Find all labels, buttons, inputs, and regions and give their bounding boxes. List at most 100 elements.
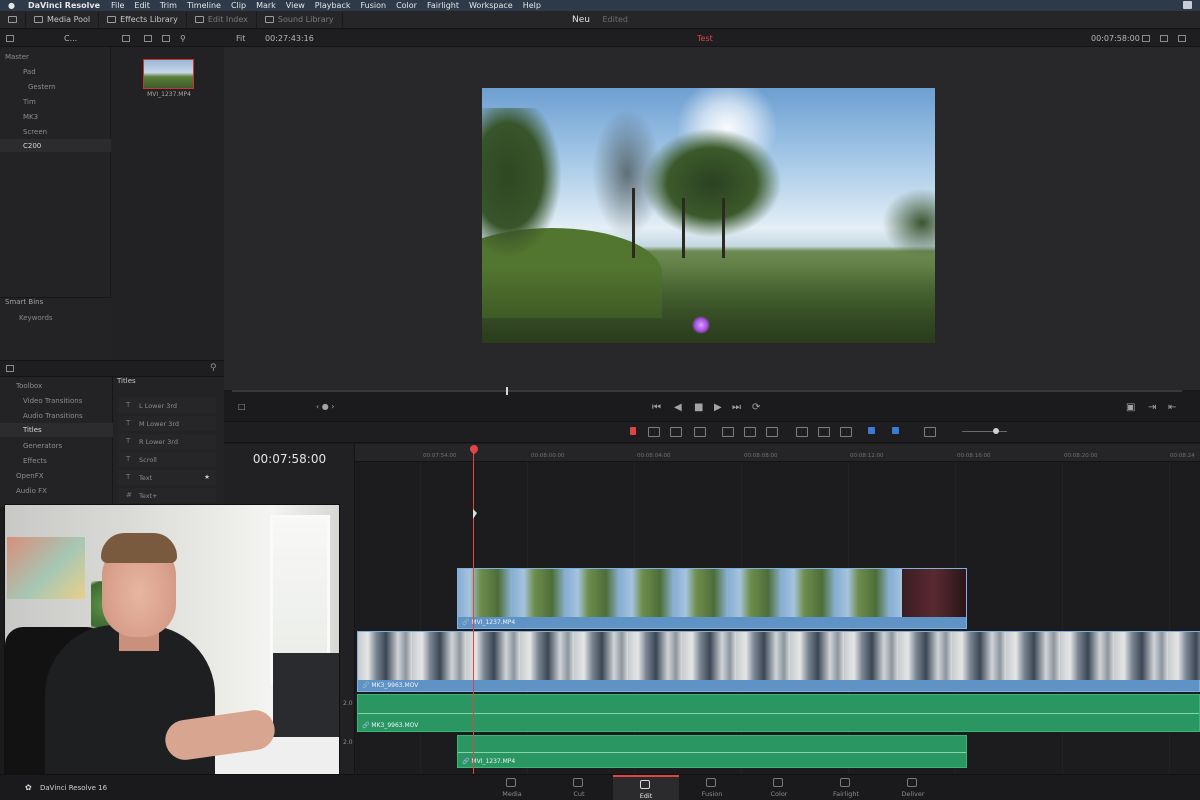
jog-icon[interactable]: ‹ ● › xyxy=(316,402,334,411)
video-clip-v2[interactable]: 🔗 MVI_1237.MP4 xyxy=(457,568,967,629)
fx-titles[interactable]: Titles xyxy=(0,423,113,437)
viewer-mode-icon[interactable] xyxy=(1142,35,1150,42)
zoom-select[interactable]: Fit xyxy=(236,34,245,43)
dynamic-trim-icon[interactable] xyxy=(670,427,682,437)
timeline-ruler[interactable]: 00:07:54:00 00:08:00:00 00:08:04:00 00:0… xyxy=(355,444,1200,462)
loop-icon[interactable]: ⟳ xyxy=(752,402,760,413)
menu-fusion[interactable]: Fusion xyxy=(360,1,386,10)
fx-generators[interactable]: Generators xyxy=(0,439,113,453)
bin-mk3[interactable]: MK3 xyxy=(0,110,111,123)
bin-c200[interactable]: C200 xyxy=(0,139,111,152)
page-cut[interactable]: Cut xyxy=(546,775,612,800)
timeline-view-icon[interactable] xyxy=(924,427,936,437)
menu-fairlight[interactable]: Fairlight xyxy=(427,1,459,10)
edit-index-button[interactable]: Edit Index xyxy=(187,10,257,29)
bin-master[interactable]: Master xyxy=(0,50,111,63)
audio-clip-a2[interactable]: 🔗 MVI_1237.MP4 xyxy=(457,735,967,768)
audio-clip-a1[interactable]: 🔗 MK3_9963.MOV xyxy=(357,694,1200,732)
jump-end-icon[interactable]: ⏭ xyxy=(732,402,741,413)
app-name-menu[interactable]: DaVinci Resolve xyxy=(28,1,100,10)
menu-workspace[interactable]: Workspace xyxy=(469,1,513,10)
fusion-text-icon: # xyxy=(126,491,132,499)
viewer-frame[interactable] xyxy=(482,88,935,343)
media-pool-button[interactable]: Media Pool xyxy=(26,10,100,29)
menu-view[interactable]: View xyxy=(286,1,305,10)
search-icon[interactable]: ⚲ xyxy=(210,363,217,373)
screen-icon[interactable] xyxy=(1183,1,1192,9)
dual-viewer-icon[interactable] xyxy=(1160,35,1168,42)
lock-icon[interactable] xyxy=(840,427,852,437)
mark-out-icon[interactable]: ⇤ xyxy=(1168,402,1176,413)
marker-icon[interactable] xyxy=(892,427,899,434)
favorite-star-icon[interactable]: ★ xyxy=(204,473,210,481)
stop-icon[interactable]: ■ xyxy=(694,402,703,413)
title-text-plus[interactable]: # Text+ xyxy=(118,488,216,503)
viewer-overlay-icon[interactable]: □ xyxy=(238,402,246,411)
menu-help[interactable]: Help xyxy=(523,1,541,10)
menu-edit[interactable]: Edit xyxy=(134,1,150,10)
panel-toggle-icon[interactable] xyxy=(6,35,14,42)
sort-icon[interactable] xyxy=(122,35,130,42)
flag-icon[interactable] xyxy=(868,427,875,434)
clip-thumbnail[interactable] xyxy=(143,59,194,89)
menu-mark[interactable]: Mark xyxy=(256,1,276,10)
page-edit[interactable]: Edit xyxy=(613,775,679,800)
menu-playback[interactable]: Playback xyxy=(315,1,351,10)
mark-in-icon[interactable]: ⇥ xyxy=(1148,402,1156,413)
snapping-icon[interactable] xyxy=(796,427,808,437)
trim-tool-icon[interactable] xyxy=(648,427,660,437)
page-media[interactable]: Media xyxy=(479,775,545,800)
video-clip-v1[interactable]: 🔗 MK3_9963.MOV xyxy=(357,631,1200,692)
page-fusion[interactable]: Fusion xyxy=(679,775,745,800)
insert-clip-icon[interactable] xyxy=(722,427,734,437)
page-color[interactable]: Color xyxy=(746,775,812,800)
timeline-playhead[interactable] xyxy=(473,447,474,774)
fx-effects[interactable]: Effects xyxy=(0,454,113,468)
list-view-icon[interactable] xyxy=(162,35,170,42)
zoom-slider[interactable] xyxy=(962,431,1007,432)
scrubber-playhead[interactable] xyxy=(506,387,508,395)
overwrite-clip-icon[interactable] xyxy=(744,427,756,437)
sound-library-button[interactable]: Sound Library xyxy=(257,10,343,29)
bin-tim[interactable]: Tim xyxy=(0,95,111,108)
zoom-slider-handle[interactable] xyxy=(993,428,999,434)
page-fairlight[interactable]: Fairlight xyxy=(813,775,879,800)
panel-toggle-icon[interactable] xyxy=(6,365,14,372)
bin-gestern[interactable]: Gestern xyxy=(0,80,111,93)
thumbnail-view-icon[interactable] xyxy=(144,35,152,42)
bin-screen[interactable]: Screen xyxy=(0,125,111,138)
menu-trim[interactable]: Trim xyxy=(160,1,177,10)
bin-pad[interactable]: Pad xyxy=(0,65,111,78)
title-l-lower-3rd[interactable]: TL Lower 3rd xyxy=(118,398,216,413)
expand-icon[interactable] xyxy=(1178,35,1186,42)
timeline-selector[interactable]: Test xyxy=(697,34,713,43)
title-scroll[interactable]: T Scroll xyxy=(118,452,216,467)
reverse-icon[interactable]: ◀ xyxy=(674,402,682,413)
fx-audio-fx[interactable]: Audio FX xyxy=(0,484,113,498)
link-icon[interactable] xyxy=(818,427,830,437)
title-m-lower-3rd[interactable]: TM Lower 3rd xyxy=(118,416,216,431)
play-icon[interactable]: ▶ xyxy=(714,402,722,413)
title-text[interactable]: T Text ★ xyxy=(118,470,216,485)
viewer-scrubber[interactable] xyxy=(232,390,1182,392)
workspace-toggle-button[interactable] xyxy=(0,10,26,29)
replace-clip-icon[interactable] xyxy=(766,427,778,437)
menu-timeline[interactable]: Timeline xyxy=(187,1,221,10)
smart-bin-keywords[interactable]: Keywords xyxy=(19,314,53,322)
title-r-lower-3rd[interactable]: TR Lower 3rd xyxy=(118,434,216,449)
menu-file[interactable]: File xyxy=(111,1,124,10)
apple-icon[interactable]: ● xyxy=(8,1,20,10)
blade-tool-icon[interactable] xyxy=(694,427,706,437)
fx-openfx[interactable]: OpenFX xyxy=(0,469,113,483)
fx-toolbox[interactable]: Toolbox xyxy=(0,379,113,393)
selection-tool-icon[interactable] xyxy=(630,427,636,435)
jump-start-icon[interactable]: ⏮ xyxy=(652,402,661,413)
match-frame-icon[interactable]: ▣ xyxy=(1126,402,1135,413)
menu-color[interactable]: Color xyxy=(396,1,417,10)
search-icon[interactable]: ⚲ xyxy=(180,34,186,43)
fx-audio-transitions[interactable]: Audio Transitions xyxy=(0,409,113,423)
menu-clip[interactable]: Clip xyxy=(231,1,246,10)
page-deliver[interactable]: Deliver xyxy=(880,775,946,800)
effects-library-button[interactable]: Effects Library xyxy=(99,10,187,29)
fx-video-transitions[interactable]: Video Transitions xyxy=(0,394,113,408)
